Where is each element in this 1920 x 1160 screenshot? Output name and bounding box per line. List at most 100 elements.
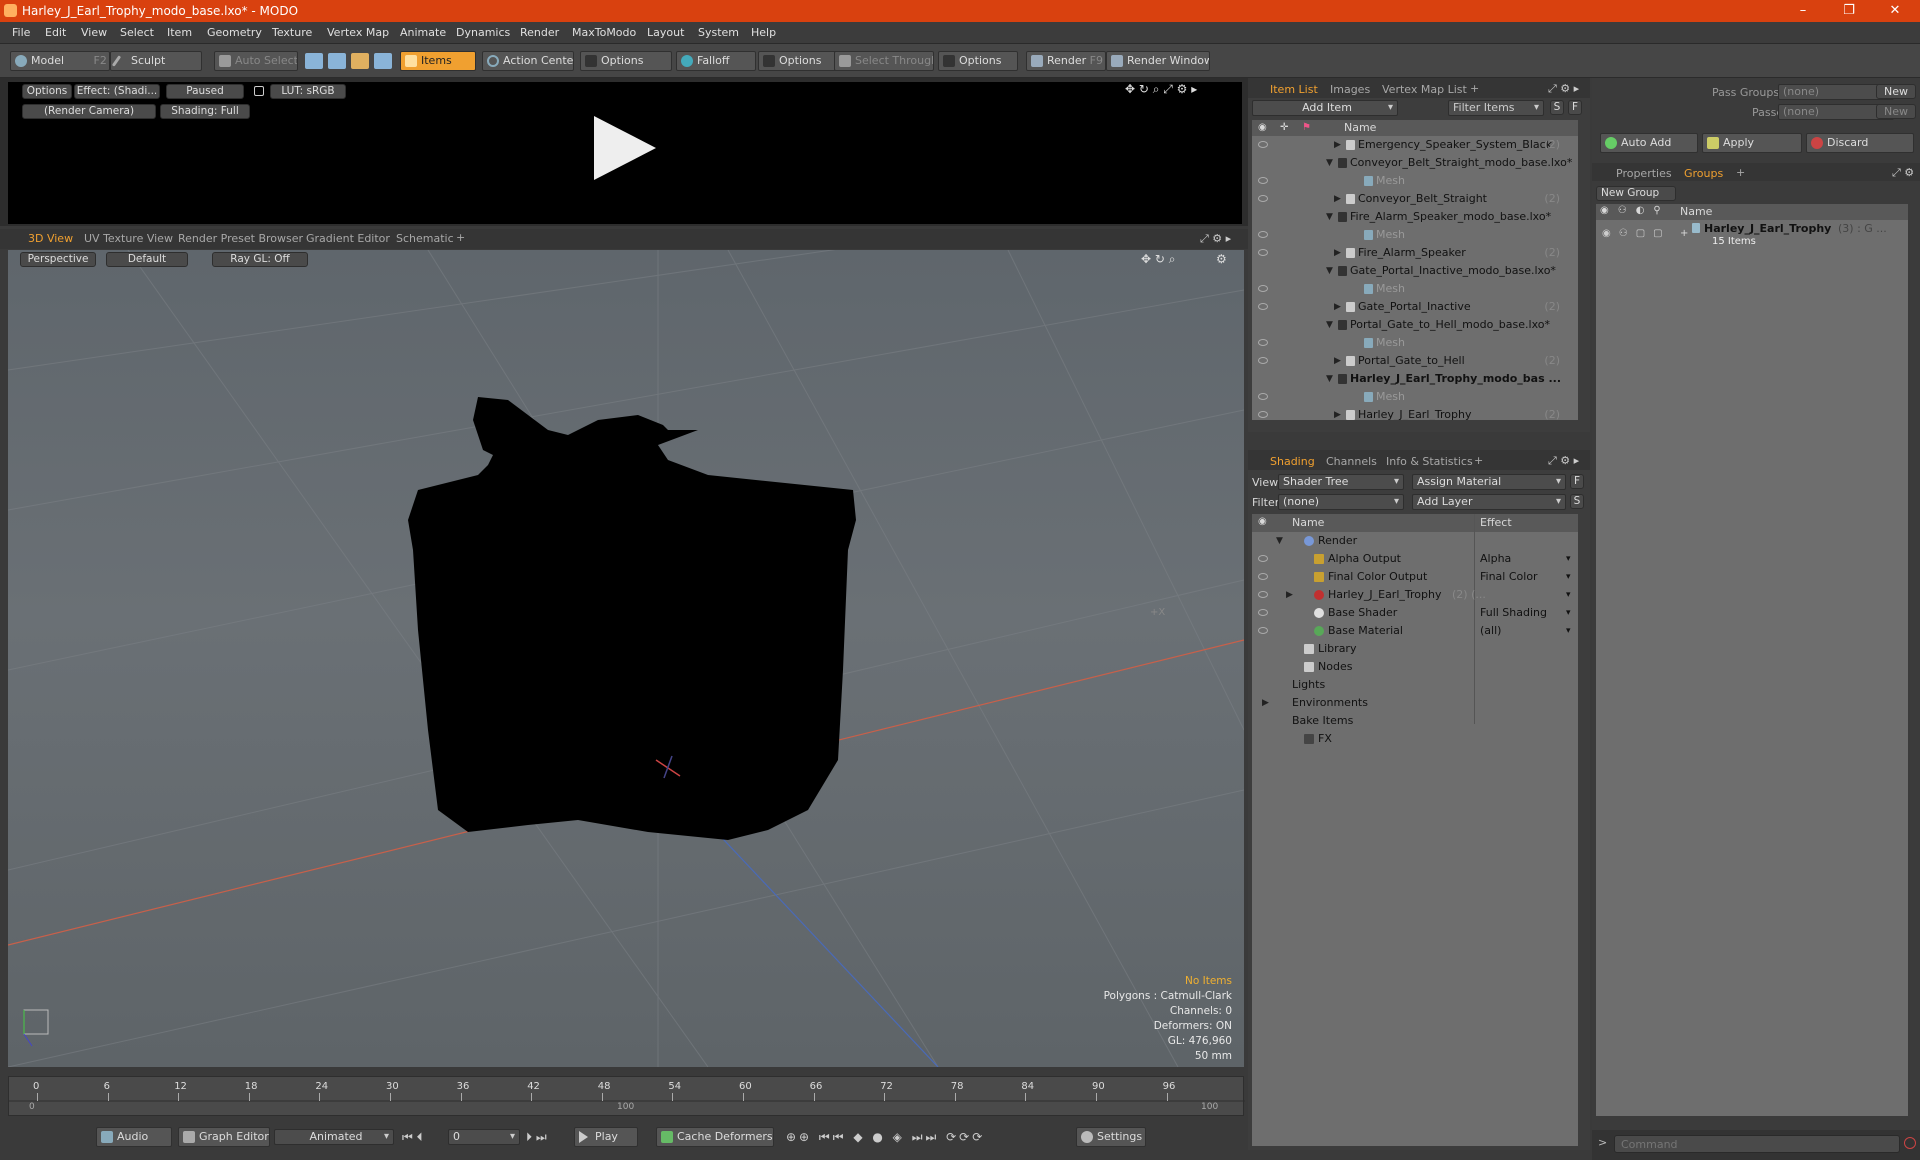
visibility-eye-icon[interactable] (1258, 285, 1268, 292)
preview-nav-icons[interactable]: ✥ ↻ ⌕ ⤢ ⚙ ▸ (1125, 82, 1197, 97)
visibility-eye-icon[interactable] (1258, 591, 1268, 598)
group-row[interactable]: ◉⚇▢▢ + Harley_J_Earl_Trophy (3) : G ... … (1596, 222, 1908, 252)
new-pass-button[interactable]: New (1876, 104, 1916, 119)
tab-vertex-map-list[interactable]: Vertex Map List (1382, 83, 1467, 96)
item-list-row[interactable]: Mesh (1252, 334, 1578, 352)
shader-tree-row[interactable]: FX (1252, 730, 1578, 748)
visibility-eye-icon[interactable] (1258, 141, 1268, 148)
visibility-eye-icon[interactable] (1258, 627, 1268, 634)
menu-select[interactable]: Select (120, 26, 154, 39)
transport-back-buttons[interactable]: ⏮ ⏴ (402, 1130, 423, 1145)
chevron-down-icon[interactable]: ▾ (1566, 586, 1571, 604)
expand-arrow-icon[interactable]: ▶ (1334, 298, 1341, 316)
expand-arrow-icon[interactable]: ▶ (1334, 352, 1341, 370)
visibility-eye-icon[interactable] (1258, 231, 1268, 238)
command-input[interactable] (1614, 1135, 1900, 1153)
shading-dropdown[interactable]: Shading: Full (160, 104, 250, 119)
add-shading-tab-button[interactable]: + (1474, 454, 1483, 467)
key-tools-icons[interactable]: ⊕⊕ ⏮⏮ ◆ ● ◈ ⏭⏭ ⟳⟳⟳ (786, 1130, 985, 1145)
tab-properties[interactable]: Properties (1616, 167, 1672, 180)
effect-dropdown[interactable]: Full Shading (1480, 604, 1574, 622)
shading-f-button[interactable]: F (1570, 474, 1584, 489)
lut-dropdown[interactable]: LUT: sRGB (270, 84, 346, 99)
item-list-row[interactable]: ▼ Portal_Gate_to_Hell_modo_base.lxo* (1252, 316, 1578, 334)
shading-s-button[interactable]: S (1570, 494, 1584, 509)
preview-options-button[interactable]: Options (22, 84, 72, 99)
preview-effect-dropdown[interactable]: Effect: (Shadi... (74, 84, 160, 99)
tab-uv-texture-view[interactable]: UV Texture View (84, 232, 173, 245)
ray-gl-toggle[interactable]: Ray GL: Off (212, 252, 308, 267)
chevron-down-icon[interactable]: ▾ (1566, 550, 1571, 568)
effect-dropdown[interactable]: Alpha (1480, 550, 1574, 568)
add-layer-dropdown[interactable]: Add Layer (1412, 494, 1566, 510)
shader-tree-row[interactable]: Final Color Output Final Color ▾ (1252, 568, 1578, 586)
timeline[interactable]: 0 6 12 18 24 30 36 42 48 54 60 66 72 78 84 90 96 0 100 1… (8, 1076, 1245, 1116)
item-list-row[interactable]: ▼ Conveyor_Belt_Straight_modo_base.lxo* (1252, 154, 1578, 172)
restore-button[interactable]: ❐ (1826, 0, 1872, 22)
tab-3d-view[interactable]: 3D View (28, 232, 73, 245)
expand-arrow-icon[interactable]: ▼ (1276, 532, 1283, 550)
expand-arrow-icon[interactable]: ▶ (1334, 406, 1341, 420)
item-list-f-button[interactable]: F (1568, 100, 1582, 115)
polygons-mode-icon[interactable] (351, 53, 369, 69)
perspective-dropdown[interactable]: Perspective (20, 252, 96, 267)
visibility-eye-icon[interactable] (1258, 195, 1268, 202)
shader-tree-row[interactable]: ▼ Render (1252, 532, 1578, 550)
render-window-button[interactable]: Render Window (1106, 51, 1210, 71)
action-center-options-button[interactable]: Options (580, 51, 672, 71)
menu-animate[interactable]: Animate (400, 26, 446, 39)
groups-panel-icons[interactable]: ⤢ ⚙ (1892, 166, 1914, 180)
shader-tree-row[interactable]: Alpha Output Alpha ▾ (1252, 550, 1578, 568)
visibility-eye-icon[interactable] (1258, 339, 1268, 346)
expand-arrow-icon[interactable]: ▶ (1262, 694, 1269, 712)
visibility-eye-icon[interactable] (1258, 573, 1268, 580)
item-list-row[interactable]: Mesh (1252, 172, 1578, 190)
viewport-panel-icons[interactable]: ⤢ ⚙ ▸ (1200, 232, 1231, 246)
effect-dropdown[interactable]: Final Color (1480, 568, 1574, 586)
lock-icon[interactable] (254, 86, 264, 96)
audio-button[interactable]: Audio (96, 1127, 172, 1147)
item-list-row[interactable]: ▶ Gate_Portal_Inactive (2) (1252, 298, 1578, 316)
shader-tree-row[interactable]: Nodes (1252, 658, 1578, 676)
vertices-mode-icon[interactable] (305, 53, 323, 69)
tab-gradient-editor[interactable]: Gradient Editor (306, 232, 390, 245)
menu-system[interactable]: System (698, 26, 739, 39)
menu-vertex-map[interactable]: Vertex Map (327, 26, 389, 39)
item-list-row[interactable]: ▼ Harley_J_Earl_Trophy_modo_bas ... (1252, 370, 1578, 388)
select-through-button[interactable]: Select Through (834, 51, 934, 71)
discard-button[interactable]: Discard (1806, 133, 1914, 153)
add-item-dropdown[interactable]: Add Item (1252, 100, 1398, 116)
group-row-toggles[interactable]: ◉⚇▢▢ (1602, 228, 1671, 239)
visibility-eye-icon[interactable] (1258, 303, 1268, 310)
chevron-down-icon[interactable]: ▾ (1566, 568, 1571, 586)
frame-field[interactable]: 0 (448, 1129, 520, 1145)
auto-select-button[interactable]: Auto Select (214, 51, 298, 71)
animated-dropdown[interactable]: Animated (274, 1129, 394, 1145)
minimize-button[interactable]: – (1780, 0, 1826, 22)
cache-deformers-button[interactable]: Cache Deformers (656, 1127, 774, 1147)
shader-tree-row[interactable]: Base Material (all) ▾ (1252, 622, 1578, 640)
render-button[interactable]: Render F9 (1026, 51, 1106, 71)
render-camera-dropdown[interactable]: (Render Camera) (22, 104, 156, 119)
3d-viewport[interactable]: +X Perspective Default Ray GL: Off ✥ ↻ ⌕… (8, 250, 1244, 1067)
menu-file[interactable]: File (12, 26, 30, 39)
add-groups-tab-button[interactable]: + (1736, 166, 1745, 179)
shading-filter-dropdown[interactable]: (none) (1278, 494, 1404, 510)
play-icon[interactable] (590, 114, 660, 184)
expand-arrow-icon[interactable]: ▼ (1326, 208, 1333, 226)
select-through-options-button[interactable]: Options (938, 51, 1018, 71)
edges-mode-icon[interactable] (328, 53, 346, 69)
expand-arrow-icon[interactable]: ▼ (1326, 262, 1333, 280)
expand-arrow-icon[interactable]: ▶ (1334, 190, 1341, 208)
play-button[interactable]: Play (574, 1127, 638, 1147)
shader-tree-row[interactable]: Library (1252, 640, 1578, 658)
menu-maxtomodo[interactable]: MaxToModo (572, 26, 636, 39)
menu-geometry[interactable]: Geometry (207, 26, 262, 39)
shader-tree-row[interactable]: Base Shader Full Shading ▾ (1252, 604, 1578, 622)
shader-tree-row[interactable]: ▶ Environments (1252, 694, 1578, 712)
chevron-down-icon[interactable]: ▾ (1566, 622, 1571, 640)
settings-button[interactable]: Settings (1076, 1127, 1146, 1147)
menu-texture[interactable]: Texture (272, 26, 312, 39)
tab-shading[interactable]: Shading (1270, 455, 1315, 468)
tab-render-preset-browser[interactable]: Render Preset Browser (178, 232, 303, 245)
